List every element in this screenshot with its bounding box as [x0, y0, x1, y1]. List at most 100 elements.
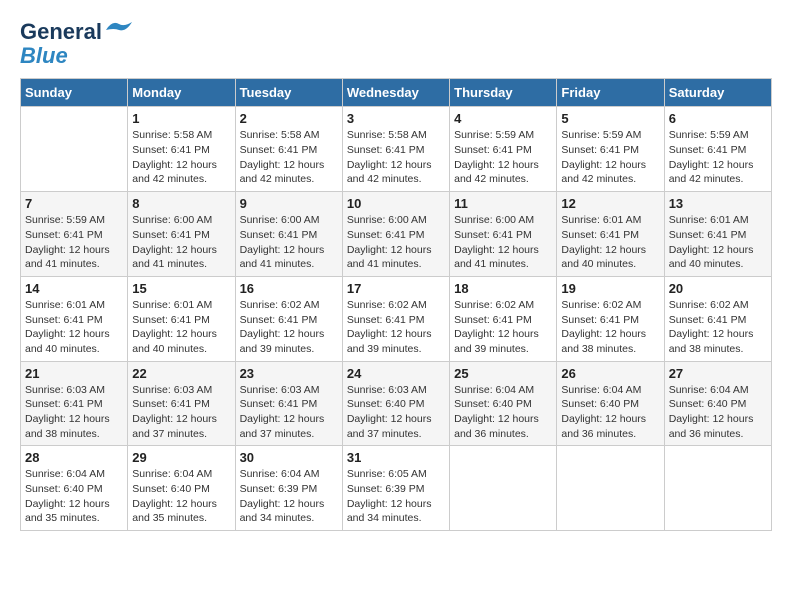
day-info: Sunrise: 6:02 AMSunset: 6:41 PMDaylight:… [347, 298, 445, 357]
calendar-cell [664, 446, 771, 531]
day-info: Sunrise: 6:00 AMSunset: 6:41 PMDaylight:… [454, 213, 552, 272]
day-number: 20 [669, 281, 767, 296]
calendar-cell: 24 Sunrise: 6:03 AMSunset: 6:40 PMDayligh… [342, 361, 449, 446]
calendar-cell: 21 Sunrise: 6:03 AMSunset: 6:41 PMDayligh… [21, 361, 128, 446]
day-number: 3 [347, 111, 445, 126]
logo-blue: Blue [20, 44, 68, 68]
day-number: 13 [669, 196, 767, 211]
day-info: Sunrise: 6:02 AMSunset: 6:41 PMDaylight:… [561, 298, 659, 357]
day-number: 18 [454, 281, 552, 296]
day-info: Sunrise: 6:02 AMSunset: 6:41 PMDaylight:… [240, 298, 338, 357]
day-number: 21 [25, 366, 123, 381]
weekday-header: Thursday [450, 79, 557, 107]
calendar-cell: 16 Sunrise: 6:02 AMSunset: 6:41 PMDayligh… [235, 276, 342, 361]
calendar-cell: 31 Sunrise: 6:05 AMSunset: 6:39 PMDayligh… [342, 446, 449, 531]
day-info: Sunrise: 6:03 AMSunset: 6:40 PMDaylight:… [347, 383, 445, 442]
day-info: Sunrise: 6:00 AMSunset: 6:41 PMDaylight:… [132, 213, 230, 272]
calendar-week-row: 7 Sunrise: 5:59 AMSunset: 6:41 PMDaylight… [21, 192, 772, 277]
day-info: Sunrise: 6:02 AMSunset: 6:41 PMDaylight:… [454, 298, 552, 357]
calendar-week-row: 21 Sunrise: 6:03 AMSunset: 6:41 PMDayligh… [21, 361, 772, 446]
weekday-header: Tuesday [235, 79, 342, 107]
day-number: 25 [454, 366, 552, 381]
calendar-cell: 9 Sunrise: 6:00 AMSunset: 6:41 PMDaylight… [235, 192, 342, 277]
calendar-cell: 26 Sunrise: 6:04 AMSunset: 6:40 PMDayligh… [557, 361, 664, 446]
weekday-header: Monday [128, 79, 235, 107]
calendar-cell: 27 Sunrise: 6:04 AMSunset: 6:40 PMDayligh… [664, 361, 771, 446]
calendar-cell: 4 Sunrise: 5:59 AMSunset: 6:41 PMDaylight… [450, 107, 557, 192]
day-info: Sunrise: 5:59 AMSunset: 6:41 PMDaylight:… [25, 213, 123, 272]
calendar-cell: 6 Sunrise: 5:59 AMSunset: 6:41 PMDaylight… [664, 107, 771, 192]
day-info: Sunrise: 6:04 AMSunset: 6:39 PMDaylight:… [240, 467, 338, 526]
day-info: Sunrise: 6:04 AMSunset: 6:40 PMDaylight:… [561, 383, 659, 442]
logo-bird-icon [104, 18, 134, 42]
calendar-cell: 22 Sunrise: 6:03 AMSunset: 6:41 PMDayligh… [128, 361, 235, 446]
day-info: Sunrise: 6:00 AMSunset: 6:41 PMDaylight:… [347, 213, 445, 272]
day-info: Sunrise: 6:04 AMSunset: 6:40 PMDaylight:… [25, 467, 123, 526]
day-info: Sunrise: 5:59 AMSunset: 6:41 PMDaylight:… [669, 128, 767, 187]
calendar-cell [21, 107, 128, 192]
day-number: 22 [132, 366, 230, 381]
day-info: Sunrise: 6:02 AMSunset: 6:41 PMDaylight:… [669, 298, 767, 357]
weekday-header: Saturday [664, 79, 771, 107]
day-info: Sunrise: 5:58 AMSunset: 6:41 PMDaylight:… [132, 128, 230, 187]
calendar-cell: 5 Sunrise: 5:59 AMSunset: 6:41 PMDaylight… [557, 107, 664, 192]
day-number: 4 [454, 111, 552, 126]
day-number: 27 [669, 366, 767, 381]
day-number: 15 [132, 281, 230, 296]
day-number: 24 [347, 366, 445, 381]
calendar-week-row: 14Sunrise: 6:01 AMSunset: 6:41 PMDayligh… [21, 276, 772, 361]
day-info: Sunrise: 6:04 AMSunset: 6:40 PMDaylight:… [669, 383, 767, 442]
calendar-header-row: SundayMondayTuesdayWednesdayThursdayFrid… [21, 79, 772, 107]
logo: General Blue [20, 20, 134, 68]
calendar-cell [557, 446, 664, 531]
weekday-header: Sunday [21, 79, 128, 107]
day-number: 17 [347, 281, 445, 296]
day-info: Sunrise: 5:59 AMSunset: 6:41 PMDaylight:… [561, 128, 659, 187]
day-info: Sunrise: 6:05 AMSunset: 6:39 PMDaylight:… [347, 467, 445, 526]
day-info: Sunrise: 6:03 AMSunset: 6:41 PMDaylight:… [25, 383, 123, 442]
day-info: Sunrise: 6:04 AMSunset: 6:40 PMDaylight:… [454, 383, 552, 442]
calendar-cell: 25 Sunrise: 6:04 AMSunset: 6:40 PMDayligh… [450, 361, 557, 446]
weekday-header: Friday [557, 79, 664, 107]
day-number: 10 [347, 196, 445, 211]
day-info: Sunrise: 6:03 AMSunset: 6:41 PMDaylight:… [132, 383, 230, 442]
day-number: 9 [240, 196, 338, 211]
day-number: 31 [347, 450, 445, 465]
calendar-cell [450, 446, 557, 531]
day-number: 16 [240, 281, 338, 296]
day-info: Sunrise: 6:03 AMSunset: 6:41 PMDaylight:… [240, 383, 338, 442]
day-number: 5 [561, 111, 659, 126]
day-info: Sunrise: 5:59 AMSunset: 6:41 PMDaylight:… [454, 128, 552, 187]
day-number: 11 [454, 196, 552, 211]
calendar-cell: 17 Sunrise: 6:02 AMSunset: 6:41 PMDayligh… [342, 276, 449, 361]
day-number: 26 [561, 366, 659, 381]
day-number: 28 [25, 450, 123, 465]
calendar-cell: 19Sunrise: 6:02 AMSunset: 6:41 PMDayligh… [557, 276, 664, 361]
day-number: 6 [669, 111, 767, 126]
calendar-cell: 23 Sunrise: 6:03 AMSunset: 6:41 PMDayligh… [235, 361, 342, 446]
day-number: 8 [132, 196, 230, 211]
calendar-cell: 14Sunrise: 6:01 AMSunset: 6:41 PMDayligh… [21, 276, 128, 361]
calendar-cell: 28 Sunrise: 6:04 AMSunset: 6:40 PMDayligh… [21, 446, 128, 531]
calendar-week-row: 1 Sunrise: 5:58 AMSunset: 6:41 PMDaylight… [21, 107, 772, 192]
day-number: 1 [132, 111, 230, 126]
calendar-cell: 1 Sunrise: 5:58 AMSunset: 6:41 PMDaylight… [128, 107, 235, 192]
calendar-cell: 7 Sunrise: 5:59 AMSunset: 6:41 PMDaylight… [21, 192, 128, 277]
calendar-cell: 20 Sunrise: 6:02 AMSunset: 6:41 PMDayligh… [664, 276, 771, 361]
day-number: 30 [240, 450, 338, 465]
day-number: 2 [240, 111, 338, 126]
day-number: 23 [240, 366, 338, 381]
day-number: 7 [25, 196, 123, 211]
day-info: Sunrise: 6:04 AMSunset: 6:40 PMDaylight:… [132, 467, 230, 526]
calendar-cell: 29Sunrise: 6:04 AMSunset: 6:40 PMDayligh… [128, 446, 235, 531]
calendar-cell: 11 Sunrise: 6:00 AMSunset: 6:41 PMDayligh… [450, 192, 557, 277]
page-header: General Blue [20, 20, 772, 68]
day-info: Sunrise: 6:01 AMSunset: 6:41 PMDaylight:… [25, 298, 123, 357]
day-info: Sunrise: 6:01 AMSunset: 6:41 PMDaylight:… [669, 213, 767, 272]
calendar-cell: 8 Sunrise: 6:00 AMSunset: 6:41 PMDaylight… [128, 192, 235, 277]
day-number: 12 [561, 196, 659, 211]
calendar-table: SundayMondayTuesdayWednesdayThursdayFrid… [20, 78, 772, 531]
day-info: Sunrise: 6:00 AMSunset: 6:41 PMDaylight:… [240, 213, 338, 272]
calendar-week-row: 28 Sunrise: 6:04 AMSunset: 6:40 PMDayligh… [21, 446, 772, 531]
logo-general: General [20, 20, 102, 44]
